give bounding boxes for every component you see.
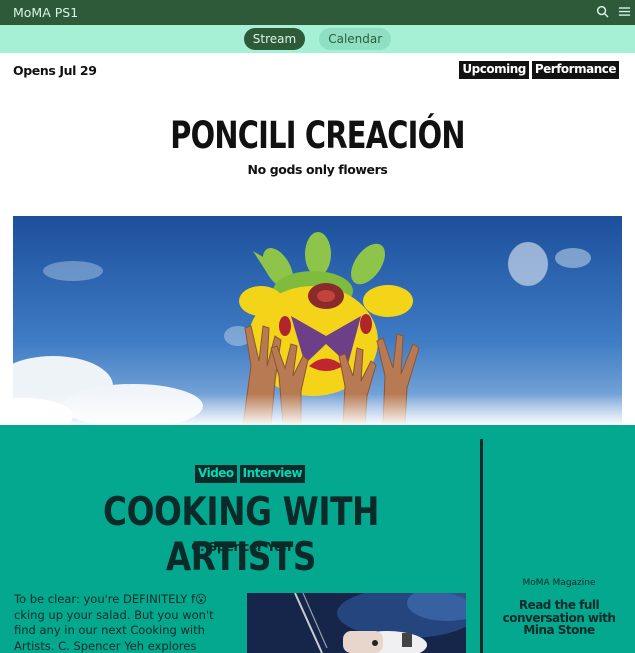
event-subtitle: No gods only flowers: [247, 162, 388, 177]
tag-performance[interactable]: Performance: [531, 61, 619, 79]
opening-date: Opens Jul 29: [13, 63, 97, 78]
tag-interview[interactable]: Interview: [239, 465, 306, 483]
brand-logo[interactable]: MoMA PS1: [13, 5, 78, 20]
tab-calendar[interactable]: Calendar: [319, 28, 392, 50]
tag-video[interactable]: Video: [195, 465, 237, 483]
event-tags: Upcoming Performance: [459, 61, 619, 79]
tab-stream[interactable]: Stream: [243, 28, 306, 50]
event-title[interactable]: PONCILI CREACIÓN: [70, 114, 565, 157]
feature-byline: C. Spencer Yeh: [191, 539, 291, 554]
feature-paragraph: To be clear: you're DEFINITELY f😮cking u…: [14, 592, 214, 653]
top-bar: MoMA PS1: [0, 0, 635, 25]
menu-icon[interactable]: [618, 5, 631, 18]
header-icons: [596, 5, 631, 18]
feature-title[interactable]: COOKING WITH ARTISTS: [39, 490, 444, 580]
event-hero-image[interactable]: [13, 216, 622, 425]
feature-tags: Video Interview: [195, 465, 306, 483]
tag-upcoming[interactable]: Upcoming: [459, 61, 529, 79]
magazine-link[interactable]: Read the full conversation with Mina Sto…: [487, 599, 631, 637]
feature-video-thumbnail[interactable]: [247, 593, 466, 653]
magazine-label: MoMA Magazine: [522, 578, 596, 588]
search-icon[interactable]: [596, 5, 609, 18]
sub-navigation: Stream Calendar: [0, 25, 635, 53]
